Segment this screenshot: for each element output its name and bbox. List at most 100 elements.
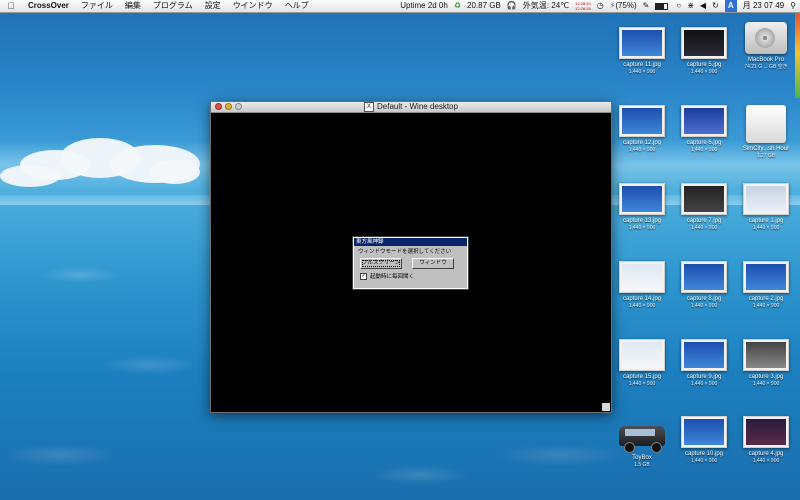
menu-file[interactable]: ファイル: [75, 0, 119, 12]
menu-settings[interactable]: 設定: [199, 0, 227, 12]
icon-size: 1,440 × 900: [628, 381, 656, 387]
time-machine-icon[interactable]: ◷: [594, 0, 607, 12]
icon-name: capture 6.jpg: [686, 140, 722, 146]
icon-name: MacBook Pro: [747, 57, 784, 63]
disk-free-status[interactable]: 20.87 GB: [464, 0, 504, 12]
recycle-icon[interactable]: ♻: [451, 0, 464, 12]
icon-size: 1,440 × 900: [752, 381, 780, 387]
uptime-status[interactable]: Uptime 2d 0h: [397, 0, 451, 12]
icon-size: 1,440 × 900: [752, 303, 780, 309]
icon-size: 1,440 × 900: [690, 458, 718, 464]
bluetooth-icon[interactable]: ⋇: [684, 0, 697, 12]
checkbox-label: 起動時に毎回聞く: [370, 274, 415, 280]
icon-name: SimCity...sh Hour: [742, 146, 790, 152]
icon-size: 1,440 × 900: [628, 69, 656, 75]
menu-clock[interactable]: 月 23 07 49: [740, 0, 787, 12]
desktop-icon-capture-2[interactable]: capture 2.jpg 1,440 × 900: [734, 261, 798, 309]
battery-percent: (75%): [615, 1, 637, 10]
icon-name: capture 2.jpg: [748, 296, 784, 302]
menu-help[interactable]: ヘルプ: [279, 0, 315, 12]
desktop-icon-capture-7[interactable]: capture 7.jpg 1,440 × 900: [672, 183, 736, 231]
icon-name: capture 5.jpg: [686, 62, 722, 68]
icon-size: 1.27 GB: [756, 153, 776, 159]
icon-size: 1,440 × 900: [628, 147, 656, 153]
image-thumbnail-icon: [743, 416, 789, 448]
icon-name: capture 14.jpg: [622, 296, 662, 302]
image-thumbnail-icon: [619, 27, 665, 59]
window-mode-dialog: 東方風神録 ウィンドウモードを選択してください フルスクリーン ウィンドウ ✓ …: [352, 236, 469, 290]
script-icon[interactable]: ✎: [640, 0, 653, 12]
icon-name: capture 10.jpg: [684, 451, 724, 457]
icon-name: capture 4.jpg: [748, 451, 784, 457]
menu-edit[interactable]: 編集: [119, 0, 147, 12]
desktop-icon-capture-11[interactable]: capture 11.jpg 1,440 × 900: [610, 27, 674, 75]
image-thumbnail-icon: [743, 183, 789, 215]
headphones-icon[interactable]: 🎧: [504, 0, 520, 12]
icon-size: 1,440 × 900: [690, 381, 718, 387]
menu-program[interactable]: プログラム: [147, 0, 199, 12]
desktop-icon-capture-8[interactable]: capture 8.jpg 1,440 × 900: [672, 261, 736, 309]
dialog-buttons: フルスクリーン ウィンドウ: [354, 258, 467, 269]
volume-icon[interactable]: ◀: [697, 0, 709, 12]
apple-menu-icon[interactable]: : [0, 0, 22, 12]
image-thumbnail-icon: [619, 105, 665, 137]
desktop-icon-capture-4[interactable]: capture 4.jpg 1,440 × 900: [734, 416, 798, 464]
icon-size: 74.21 G ... GB 空き: [744, 64, 788, 70]
fullscreen-button[interactable]: フルスクリーン: [360, 258, 402, 269]
icon-name: capture 12.jpg: [622, 140, 662, 146]
desktop-icon-capture-1[interactable]: capture 1.jpg 1,440 × 900: [734, 183, 798, 231]
icon-size: 1,440 × 900: [690, 225, 718, 231]
desktop-icon-capture-15[interactable]: capture 15.jpg 1,440 × 900: [610, 339, 674, 387]
desktop-icon-capture-5[interactable]: capture 5.jpg 1,440 × 900: [672, 27, 736, 75]
wifi-icon[interactable]: ○: [673, 0, 684, 12]
desktop-icon-capture-12[interactable]: capture 12.jpg 1,440 × 900: [610, 105, 674, 153]
window-titlebar[interactable]: X Default - Wine desktop: [211, 102, 611, 113]
checkbox-box[interactable]: ✓: [360, 272, 367, 280]
icon-name: capture 3.jpg: [748, 374, 784, 380]
desktop-icon-capture-9[interactable]: capture 9.jpg 1,440 × 900: [672, 339, 736, 387]
hard-drive-icon: [745, 22, 787, 54]
icon-name: capture 9.jpg: [686, 374, 722, 380]
window-title: Default - Wine desktop: [377, 102, 458, 112]
desktop-icon-capture-13[interactable]: capture 13.jpg 1,440 × 900: [610, 183, 674, 231]
window-mode-button[interactable]: ウィンドウ: [412, 258, 454, 269]
cloud: [150, 160, 200, 184]
minimize-button[interactable]: [225, 103, 232, 110]
status-area: Uptime 2d 0h ♻ 20.87 GB 🎧 外気温: 24℃ 12:28…: [397, 0, 800, 12]
dialog-title: 東方風神録: [354, 238, 467, 246]
van-icon: [617, 424, 667, 453]
resize-grip[interactable]: [602, 403, 610, 411]
input-method-icon[interactable]: A: [722, 0, 740, 12]
desktop-icon-macbook-pro[interactable]: MacBook Pro 74.21 G ... GB 空き: [734, 22, 798, 70]
weather-status[interactable]: 外気温: 24℃: [520, 0, 572, 12]
image-thumbnail-icon: [681, 339, 727, 371]
desktop-icon-simcity[interactable]: SimCity...sh Hour 1.27 GB: [734, 105, 798, 159]
desktop-icon-capture-14[interactable]: capture 14.jpg 1,440 × 900: [610, 261, 674, 309]
icon-size: 1,440 × 900: [690, 147, 718, 153]
image-thumbnail-icon: [619, 261, 665, 293]
icon-name: capture 11.jpg: [623, 62, 661, 68]
image-thumbnail-icon: [619, 339, 665, 371]
desktop-icon-toybox[interactable]: ToyBox 1.5 GB: [610, 424, 674, 468]
menu-window[interactable]: ウインドウ: [227, 0, 279, 12]
image-thumbnail-icon: [681, 416, 727, 448]
app-menu[interactable]: CrossOver: [22, 0, 75, 12]
icon-size: 1,440 × 900: [628, 225, 656, 231]
desktop-icon-capture-3[interactable]: capture 3.jpg 1,440 × 900: [734, 339, 798, 387]
ask-every-launch-checkbox[interactable]: ✓ 起動時に毎回聞く: [354, 269, 467, 283]
image-thumbnail-icon: [681, 105, 727, 137]
icon-size: 1,440 × 900: [690, 303, 718, 309]
desktop-icon-capture-6[interactable]: capture 6.jpg 1,440 × 900: [672, 105, 736, 153]
desktop-icon-capture-10[interactable]: capture 10.jpg 1,440 × 900: [672, 416, 736, 464]
zoom-button[interactable]: [235, 103, 242, 110]
network-monitor[interactable]: 12:28:20 12:28:26: [572, 1, 594, 11]
icon-size: 1.5 GB: [634, 462, 650, 468]
sync-icon[interactable]: ↻: [709, 0, 722, 12]
battery-icon[interactable]: [652, 2, 673, 10]
spotlight-icon[interactable]: ⚲: [787, 0, 800, 12]
battery-status[interactable]: ⚡ (75%): [607, 0, 640, 12]
menu-bar:  CrossOver ファイル 編集 プログラム 設定 ウインドウ ヘルプ U…: [0, 0, 800, 13]
icon-name: ToyBox: [632, 455, 652, 461]
image-thumbnail-icon: [743, 339, 789, 371]
close-button[interactable]: [215, 103, 222, 110]
